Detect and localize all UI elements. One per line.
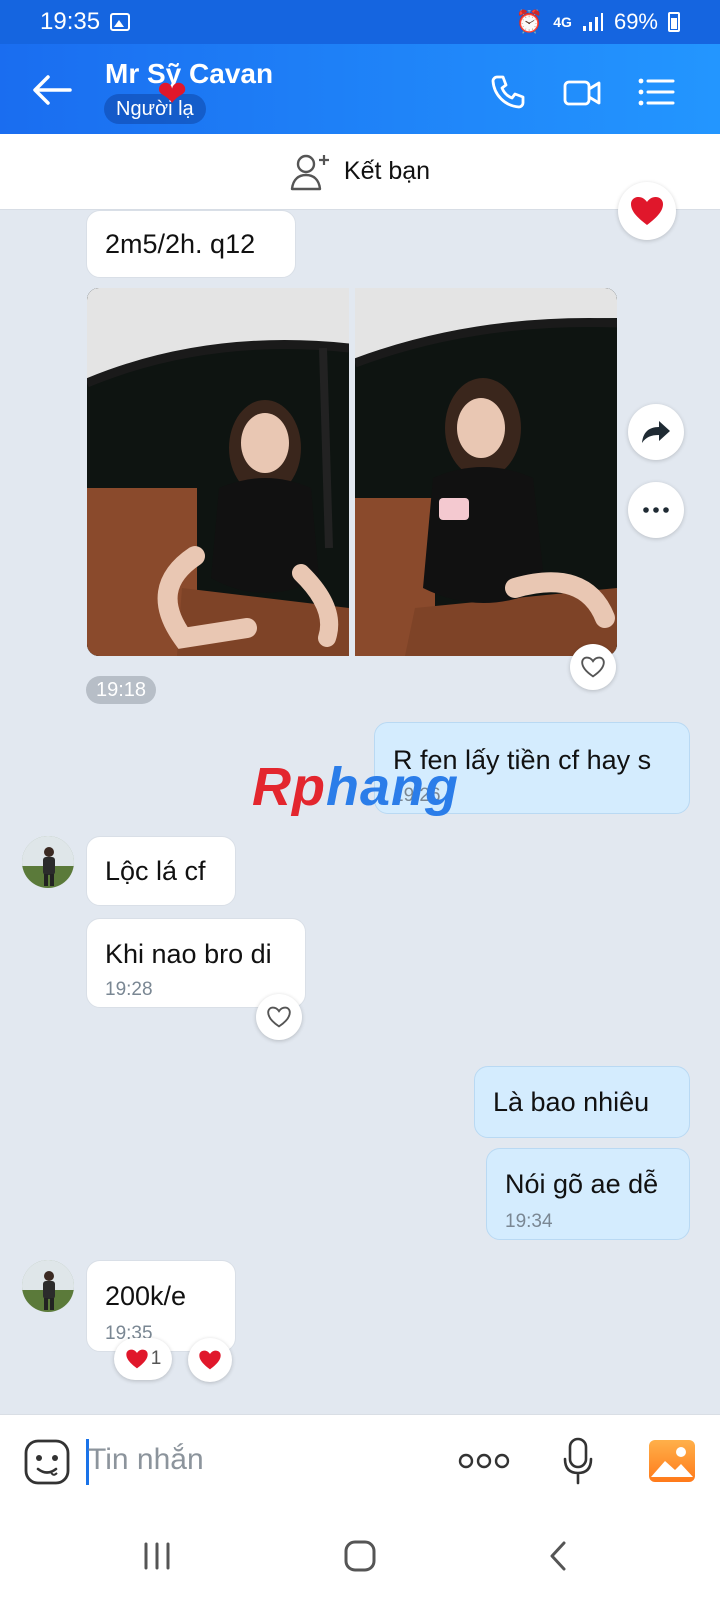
- add-friend-icon: [290, 154, 329, 190]
- message-input[interactable]: Tin nhắn: [88, 1443, 204, 1477]
- home-icon[interactable]: [344, 1540, 376, 1572]
- more-options-button[interactable]: [628, 482, 684, 538]
- contact-name[interactable]: Mr Sỹ Cavan: [105, 58, 273, 90]
- message-input-bar: Tin nhắn: [0, 1414, 720, 1510]
- forward-button[interactable]: [628, 404, 684, 460]
- menu-list-icon[interactable]: [636, 72, 676, 112]
- chat-photo-2[interactable]: [355, 288, 617, 656]
- contact-avatar[interactable]: [22, 1260, 74, 1312]
- signal-icon: [582, 13, 603, 31]
- stranger-badge: Người lạ: [104, 94, 206, 124]
- back-arrow-icon[interactable]: [30, 70, 74, 110]
- watermark-logo: Rphang: [252, 757, 459, 817]
- chat-photo-1[interactable]: [87, 288, 349, 656]
- avatar-image: [22, 836, 74, 888]
- heart-reaction-button[interactable]: [618, 182, 676, 240]
- gallery-image-icon[interactable]: [648, 1437, 696, 1485]
- heart-icon: [631, 197, 663, 225]
- chat-header: Mr Sỹ Cavan Người lạ ❤: [0, 44, 720, 134]
- contact-avatar[interactable]: [22, 836, 74, 888]
- message-like-button[interactable]: [256, 994, 302, 1040]
- reaction-count-badge[interactable]: 1: [114, 1338, 172, 1380]
- more-actions-icon[interactable]: [458, 1451, 510, 1471]
- status-time: 19:35: [40, 8, 101, 35]
- heart-outline-icon: [581, 656, 605, 678]
- message-text: Lộc lá cf: [105, 856, 206, 886]
- heart-icon: [126, 1349, 148, 1369]
- avatar-image: [22, 1260, 74, 1312]
- forward-arrow-icon: [642, 421, 670, 443]
- recent-apps-icon[interactable]: [142, 1542, 172, 1570]
- status-bar: 19:35 ⏰ 4G 69%: [0, 0, 720, 44]
- video-call-icon[interactable]: [562, 72, 602, 112]
- microphone-icon[interactable]: [562, 1437, 594, 1485]
- reaction-count: 1: [150, 1348, 162, 1369]
- message-bubble-sent[interactable]: Nói gõ ae dễ 19:34: [486, 1148, 690, 1240]
- sticker-emoji-icon[interactable]: [24, 1439, 70, 1485]
- photo-timestamp: 19:18: [86, 676, 157, 704]
- message-bubble-sent[interactable]: Là bao nhiêu: [474, 1066, 690, 1138]
- message-text: Nói gõ ae dễ: [505, 1169, 659, 1199]
- heart-outline-icon: [267, 1006, 291, 1028]
- system-nav-bar: [0, 1510, 720, 1600]
- heart-reaction-button[interactable]: [188, 1338, 232, 1382]
- message-bubble-received[interactable]: Lộc lá cf: [86, 836, 236, 906]
- add-friend-bar[interactable]: Kết bạn: [0, 134, 720, 210]
- message-text: Khi nao bro di: [105, 939, 272, 969]
- heart-icon: [199, 1350, 221, 1370]
- photo-like-button[interactable]: [570, 644, 616, 690]
- heart-sticker-icon: ❤: [157, 73, 188, 114]
- message-bubble-received[interactable]: 2m5/2h. q12: [86, 210, 296, 278]
- network-type: 4G: [553, 14, 572, 30]
- message-text: Là bao nhiêu: [493, 1087, 650, 1117]
- message-time: 19:28: [105, 979, 153, 1000]
- gallery-icon: [110, 13, 131, 31]
- message-time: 19:34: [505, 1211, 553, 1232]
- add-friend-label: Kết bạn: [343, 157, 431, 185]
- battery-icon: [668, 12, 680, 32]
- more-dots-icon: [643, 507, 669, 513]
- message-text: 2m5/2h. q12: [105, 229, 256, 259]
- back-nav-icon[interactable]: [548, 1540, 568, 1572]
- alarm-icon: ⏰: [515, 9, 544, 34]
- photo-image: [87, 288, 349, 656]
- battery-level: 69%: [613, 9, 658, 34]
- photo-image: [355, 288, 617, 656]
- message-text: 200k/e: [105, 1281, 187, 1311]
- phone-call-icon[interactable]: [488, 72, 528, 112]
